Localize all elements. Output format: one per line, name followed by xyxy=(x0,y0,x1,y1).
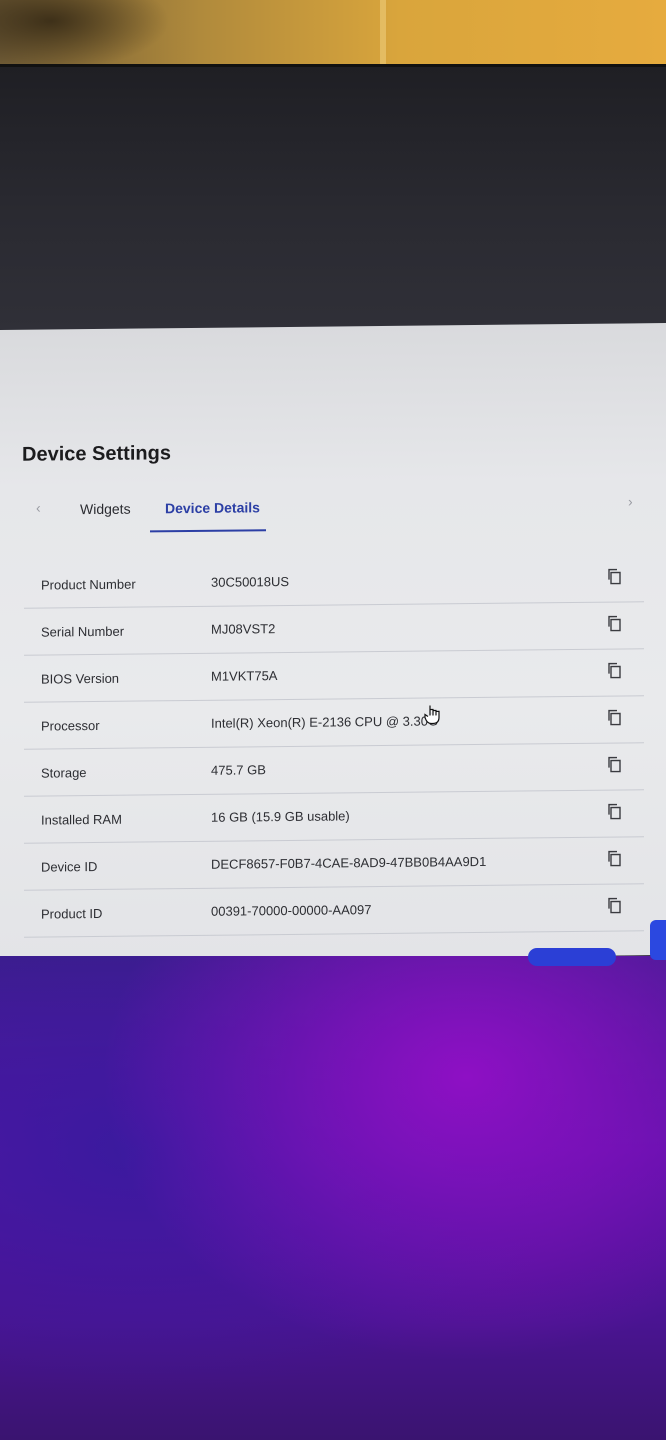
monitor-bezel xyxy=(0,64,666,335)
background-wall xyxy=(0,0,666,70)
tab-bar: ‹ Widgets Device Details › xyxy=(0,491,666,538)
chevron-left-icon[interactable]: ‹ xyxy=(36,500,41,516)
blue-side-tab xyxy=(650,920,666,960)
detail-row-installed-ram: Installed RAM 16 GB (15.9 GB usable) xyxy=(24,790,644,844)
blue-button-edge xyxy=(528,948,616,966)
detail-value: 16 GB (15.9 GB usable) xyxy=(211,808,350,825)
copy-icon[interactable] xyxy=(606,849,624,867)
page-title: Device Settings xyxy=(22,442,171,466)
hand-cursor-icon xyxy=(424,705,440,725)
copy-icon[interactable] xyxy=(606,661,624,679)
detail-label: Serial Number xyxy=(41,623,125,640)
detail-value: 30C50018US xyxy=(211,573,290,590)
device-settings-panel: Device Settings ‹ Widgets Device Details… xyxy=(0,323,666,963)
background-plant xyxy=(0,0,170,70)
copy-icon[interactable] xyxy=(606,708,624,726)
detail-value: 475.7 GB xyxy=(211,762,266,778)
tab-widgets[interactable]: Widgets xyxy=(80,501,131,518)
tab-device-details[interactable]: Device Details xyxy=(165,499,260,516)
copy-icon[interactable] xyxy=(606,755,624,773)
active-tab-indicator xyxy=(150,529,266,533)
copy-icon[interactable] xyxy=(606,567,624,585)
device-details-list: Product Number 30C50018US Serial Number … xyxy=(24,555,644,938)
detail-value: Intel(R) Xeon(R) E-2136 CPU @ 3.30G xyxy=(211,713,439,731)
detail-value: DECF8657-F0B7-4CAE-8AD9-47BB0B4AA9D1 xyxy=(211,853,487,872)
detail-label: Processor xyxy=(41,717,100,734)
detail-row-bios-version: BIOS Version M1VKT75A xyxy=(24,649,644,703)
copy-icon[interactable] xyxy=(606,802,624,820)
background-stripe xyxy=(380,0,386,70)
desktop-wallpaper xyxy=(0,920,666,1440)
copy-icon[interactable] xyxy=(606,896,624,914)
detail-value: M1VKT75A xyxy=(211,668,278,684)
detail-row-storage: Storage 475.7 GB xyxy=(24,743,644,797)
detail-label: Storage xyxy=(41,765,87,781)
detail-label: Product ID xyxy=(41,905,103,922)
detail-row-device-id: Device ID DECF8657-F0B7-4CAE-8AD9-47BB0B… xyxy=(24,837,644,891)
detail-label: BIOS Version xyxy=(41,670,120,687)
detail-row-serial-number: Serial Number MJ08VST2 xyxy=(24,602,644,656)
detail-label: Device ID xyxy=(41,858,98,875)
chevron-right-icon[interactable]: › xyxy=(628,493,633,509)
detail-row-processor: Processor Intel(R) Xeon(R) E-2136 CPU @ … xyxy=(24,696,644,750)
copy-icon[interactable] xyxy=(606,614,624,632)
detail-row-product-id: Product ID 00391-70000-00000-AA097 xyxy=(24,884,644,938)
detail-label: Product Number xyxy=(41,576,136,593)
detail-label: Installed RAM xyxy=(41,811,122,828)
detail-value: MJ08VST2 xyxy=(211,621,276,637)
detail-row-product-number: Product Number 30C50018US xyxy=(24,555,644,609)
detail-value: 00391-70000-00000-AA097 xyxy=(211,902,372,919)
